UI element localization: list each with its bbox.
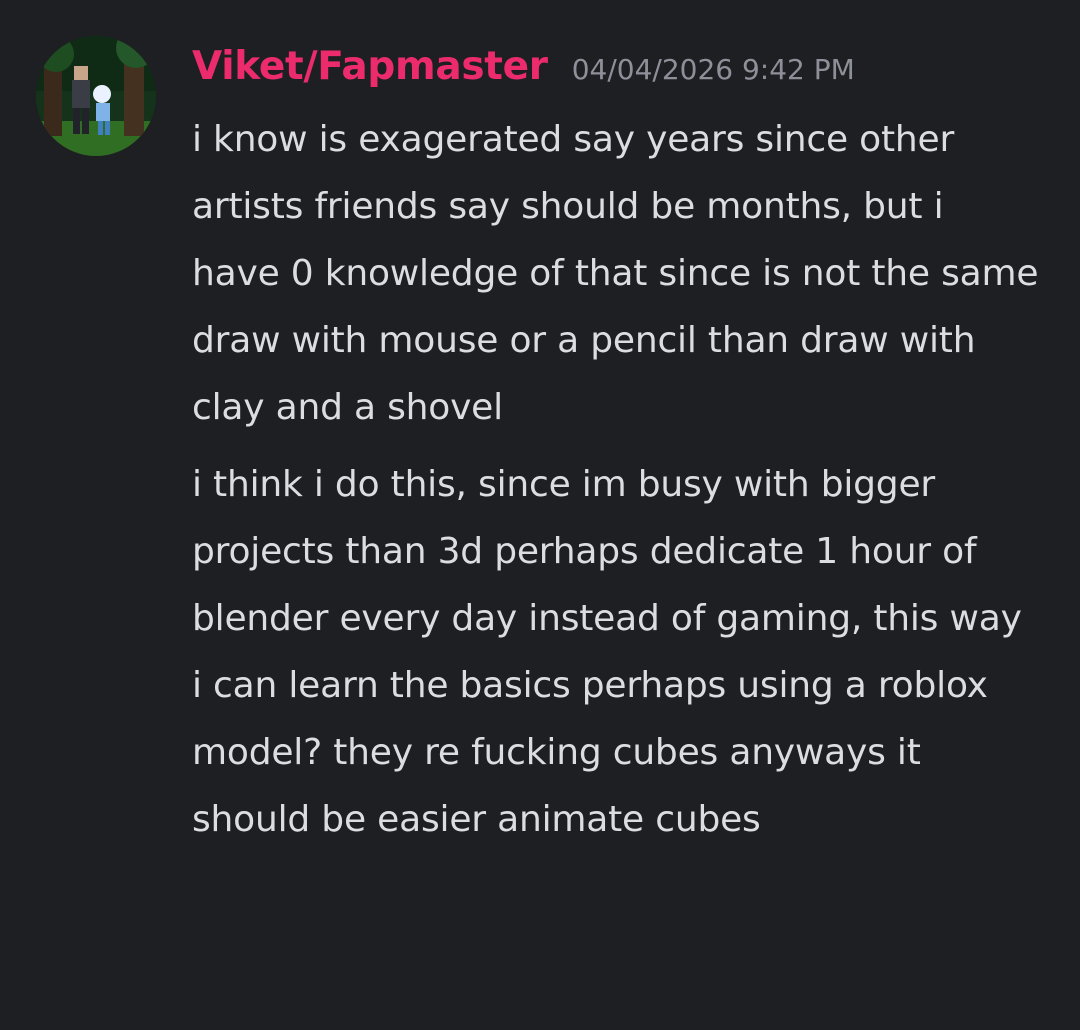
message-header: Viket/Fapmaster 04/04/2026 9:42 PM bbox=[192, 44, 1062, 104]
message-content: Viket/Fapmaster 04/04/2026 9:42 PM i kno… bbox=[192, 44, 1062, 853]
author-username[interactable]: Viket/Fapmaster bbox=[192, 44, 548, 89]
avatar-image bbox=[36, 36, 156, 156]
message-paragraph: i know is exagerated say years since oth… bbox=[192, 119, 1039, 428]
chat-message: Viket/Fapmaster 04/04/2026 9:42 PM i kno… bbox=[0, 0, 1080, 1030]
message-paragraph: i think i do this, since im busy with bi… bbox=[192, 464, 1022, 840]
user-avatar[interactable] bbox=[36, 36, 156, 156]
message-timestamp: 04/04/2026 9:42 PM bbox=[571, 53, 855, 86]
